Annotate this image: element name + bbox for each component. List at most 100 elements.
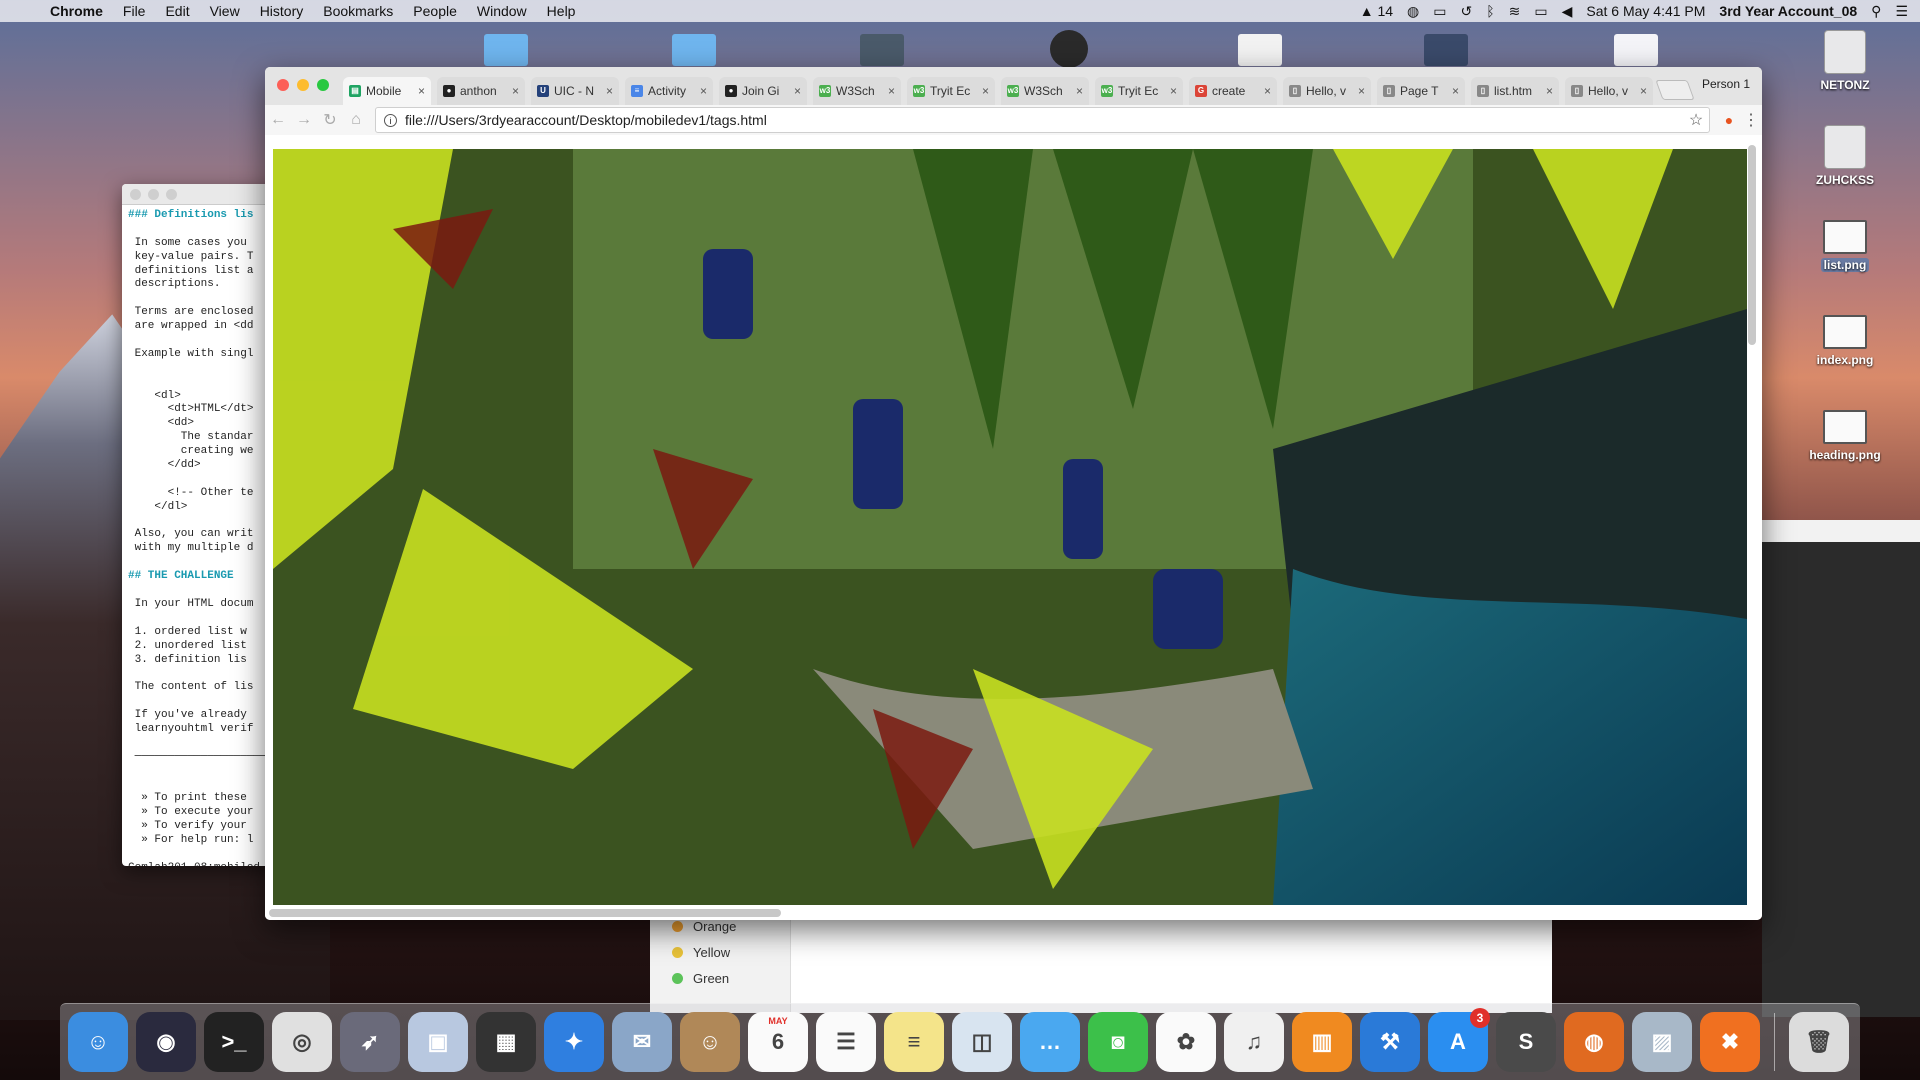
dock-chrome-icon[interactable]: ◎ bbox=[272, 1012, 332, 1072]
tab-close-icon[interactable]: × bbox=[1452, 84, 1459, 98]
tab-close-icon[interactable]: × bbox=[982, 84, 989, 98]
profile-button[interactable]: Person 1 bbox=[1702, 77, 1750, 91]
dock-xampp-icon[interactable]: ✖ bbox=[1700, 1012, 1760, 1072]
finder-tag-item[interactable]: Yellow bbox=[650, 939, 790, 965]
spotlight-icon[interactable]: ⚲ bbox=[1871, 3, 1881, 20]
dock-facetime-icon[interactable]: ◙ bbox=[1088, 1012, 1148, 1072]
tab-close-icon[interactable]: × bbox=[1264, 84, 1271, 98]
browser-tab[interactable]: ▯ Hello, v × bbox=[1283, 77, 1371, 105]
time-machine-icon[interactable]: ↺ bbox=[1460, 3, 1472, 20]
image-thumbnail[interactable] bbox=[1238, 34, 1282, 66]
browser-tab[interactable]: ● anthon × bbox=[437, 77, 525, 105]
menu-icon[interactable]: ⋮ bbox=[1740, 110, 1762, 130]
address-bar[interactable]: i file:///Users/3rdyearaccount/Desktop/m… bbox=[375, 107, 1710, 133]
terminal-window[interactable]: ### Definitions lis In some cases you ke… bbox=[122, 184, 282, 866]
menu-item-history[interactable]: History bbox=[250, 3, 314, 19]
clock[interactable]: Sat 6 May 4:41 PM bbox=[1586, 3, 1705, 19]
zoom-button[interactable] bbox=[166, 188, 177, 200]
browser-tab[interactable]: ▯ Page T × bbox=[1377, 77, 1465, 105]
dock-messages-icon[interactable]: … bbox=[1020, 1012, 1080, 1072]
menu-app-name[interactable]: Chrome bbox=[40, 3, 113, 19]
dock-app-store-icon[interactable]: A3 bbox=[1428, 1008, 1490, 1072]
browser-tab[interactable]: ≡ Activity × bbox=[625, 77, 713, 105]
sync-tray-icon[interactable]: ◍ bbox=[1407, 3, 1419, 20]
browser-tab[interactable]: ▯ list.htm × bbox=[1471, 77, 1559, 105]
dock-siri-icon[interactable]: ◉ bbox=[136, 1012, 196, 1072]
close-button[interactable] bbox=[130, 188, 141, 200]
desktop-icon-png[interactable]: heading.png bbox=[1795, 410, 1895, 462]
vertical-scrollbar[interactable] bbox=[1748, 145, 1756, 345]
menu-item-help[interactable]: Help bbox=[537, 3, 586, 19]
browser-tab[interactable]: ● Join Gi × bbox=[719, 77, 807, 105]
dock-reminders-icon[interactable]: ☰ bbox=[816, 1012, 876, 1072]
info-icon[interactable]: i bbox=[384, 113, 397, 127]
wifi-icon[interactable]: ≋ bbox=[1509, 3, 1521, 20]
desktop-icon-png[interactable]: list.png bbox=[1795, 220, 1895, 272]
user-account[interactable]: 3rd Year Account_08 bbox=[1719, 3, 1857, 19]
adobe-tray-icon[interactable]: ▲ 14 bbox=[1360, 3, 1393, 19]
airplay-icon[interactable]: ▭ bbox=[1534, 3, 1547, 20]
tab-close-icon[interactable]: × bbox=[794, 84, 801, 98]
browser-tab[interactable]: w3 W3Sch × bbox=[813, 77, 901, 105]
dock-calendar-icon[interactable]: 6 MAY bbox=[748, 1012, 808, 1072]
dock-image-capture-icon[interactable]: ▨ bbox=[1632, 1012, 1692, 1072]
menu-item-view[interactable]: View bbox=[200, 3, 250, 19]
dock-mail-icon[interactable]: ✉ bbox=[612, 1012, 672, 1072]
dock-trash-icon[interactable]: 🗑 bbox=[1789, 1012, 1849, 1072]
volume-icon[interactable]: ◀ bbox=[1562, 3, 1573, 20]
desktop-icon-drive[interactable]: ZUHCKSS bbox=[1795, 125, 1895, 187]
tab-close-icon[interactable]: × bbox=[1076, 84, 1083, 98]
new-tab-button[interactable] bbox=[1655, 80, 1695, 100]
dock-photos-icon[interactable]: ✿ bbox=[1156, 1012, 1216, 1072]
menu-item-file[interactable]: File bbox=[113, 3, 156, 19]
bookmark-star-icon[interactable]: ☆ bbox=[1683, 110, 1709, 130]
image-thumbnail[interactable] bbox=[1614, 34, 1658, 66]
menu-item-bookmarks[interactable]: Bookmarks bbox=[313, 3, 403, 19]
screen-tray-icon[interactable]: ▭ bbox=[1433, 3, 1446, 20]
finder-tag-item[interactable]: Green bbox=[650, 965, 790, 991]
dock-itunes-icon[interactable]: ♫ bbox=[1224, 1012, 1284, 1072]
dock-sublime-text-icon[interactable]: S bbox=[1496, 1012, 1556, 1072]
desktop-icon-drive[interactable]: NETONZ bbox=[1795, 30, 1895, 92]
dock-notes-icon[interactable]: ≡ bbox=[884, 1012, 944, 1072]
browser-tab[interactable]: w3 Tryit Ec × bbox=[907, 77, 995, 105]
dock-preview-icon[interactable]: ◫ bbox=[952, 1012, 1012, 1072]
reload-icon[interactable]: ↻ bbox=[317, 110, 343, 130]
tab-close-icon[interactable]: × bbox=[418, 84, 425, 98]
dock-terminal-icon[interactable]: >_ bbox=[204, 1012, 264, 1072]
horizontal-scrollbar[interactable] bbox=[269, 909, 781, 917]
home-icon[interactable]: ⌂ bbox=[343, 111, 369, 129]
tab-close-icon[interactable]: × bbox=[1546, 84, 1553, 98]
browser-tab[interactable]: U UIC - N × bbox=[531, 77, 619, 105]
tab-close-icon[interactable]: × bbox=[512, 84, 519, 98]
tab-close-icon[interactable]: × bbox=[1170, 84, 1177, 98]
browser-tab[interactable]: Gcreate × bbox=[1189, 77, 1277, 105]
url-text[interactable]: file:///Users/3rdyearaccount/Desktop/mob… bbox=[405, 112, 1683, 128]
notification-center-icon[interactable]: ☰ bbox=[1895, 3, 1908, 20]
extension-icon[interactable]: ● bbox=[1718, 112, 1740, 128]
minimize-button[interactable] bbox=[297, 79, 309, 91]
dock-safari-icon[interactable]: ✦ bbox=[544, 1012, 604, 1072]
browser-tab[interactable]: w3 Tryit Ec × bbox=[1095, 77, 1183, 105]
dock-cube-icon[interactable]: ▣ bbox=[408, 1012, 468, 1072]
dock-firefox-icon[interactable]: ◍ bbox=[1564, 1012, 1624, 1072]
forward-arrow-icon[interactable]: → bbox=[291, 111, 317, 129]
tab-close-icon[interactable]: × bbox=[1640, 84, 1647, 98]
dock-ibooks-icon[interactable]: ▥ bbox=[1292, 1012, 1352, 1072]
menu-item-people[interactable]: People bbox=[403, 3, 467, 19]
tab-close-icon[interactable]: × bbox=[1358, 84, 1365, 98]
image-thumbnail[interactable] bbox=[860, 34, 904, 66]
app-thumbnail[interactable] bbox=[1050, 30, 1088, 68]
dock-xcode-icon[interactable]: ⚒ bbox=[1360, 1012, 1420, 1072]
browser-tab[interactable]: ▯ Hello, v × bbox=[1565, 77, 1653, 105]
close-button[interactable] bbox=[277, 79, 289, 91]
dock-launchpad-icon[interactable]: ➶ bbox=[340, 1012, 400, 1072]
browser-tab[interactable]: ▤ Mobile × bbox=[343, 77, 431, 105]
back-arrow-icon[interactable]: ← bbox=[265, 111, 291, 129]
image-thumbnail[interactable] bbox=[1424, 34, 1468, 66]
dock-mission-icon[interactable]: ▦ bbox=[476, 1012, 536, 1072]
desktop-icon-png[interactable]: index.png bbox=[1795, 315, 1895, 367]
menu-item-edit[interactable]: Edit bbox=[155, 3, 199, 19]
terminal-titlebar[interactable] bbox=[122, 184, 282, 205]
dock-finder-icon[interactable]: ☺ bbox=[68, 1012, 128, 1072]
